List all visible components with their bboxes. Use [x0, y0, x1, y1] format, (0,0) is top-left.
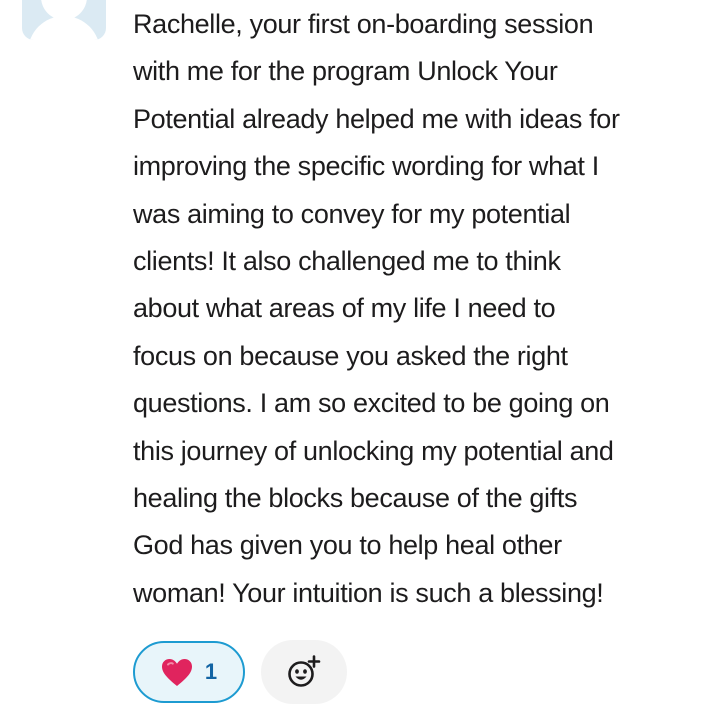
message-line: was aiming to convey for my potential	[133, 198, 571, 229]
message-line: healing the blocks because of the gifts	[133, 482, 578, 513]
message-line: about what areas of my life I need to	[133, 293, 556, 324]
message-line: God has given you to help heal other	[133, 530, 562, 561]
message-line: Potential already helped me with ideas f…	[133, 103, 620, 134]
message-line: focus on because you asked the right	[133, 340, 568, 371]
message-line: clients! It also challenged me to think	[133, 245, 561, 276]
heart-reaction-button[interactable]: 1	[133, 641, 245, 703]
message-line: woman! Your intuition is such a blessing…	[133, 577, 604, 608]
reaction-count: 1	[204, 659, 218, 684]
add-emoji-icon	[286, 654, 322, 690]
avatar-shoulders-shape	[28, 16, 100, 40]
message-line: this journey of unlocking my potential a…	[133, 435, 614, 466]
message-line: with me for the program Unlock Your	[133, 56, 558, 87]
message-line: Rachelle, your first on-boarding session	[133, 9, 594, 39]
add-reaction-button[interactable]	[261, 640, 347, 704]
avatar[interactable]	[22, 0, 106, 40]
red-heart-icon	[161, 658, 193, 687]
message-line: improving the specific wording for what …	[133, 151, 599, 182]
reactions-bar: 1	[133, 640, 347, 704]
message-line: questions. I am so excited to be going o…	[133, 388, 610, 419]
message-text: Rachelle, your first on-boarding session…	[133, 1, 725, 617]
